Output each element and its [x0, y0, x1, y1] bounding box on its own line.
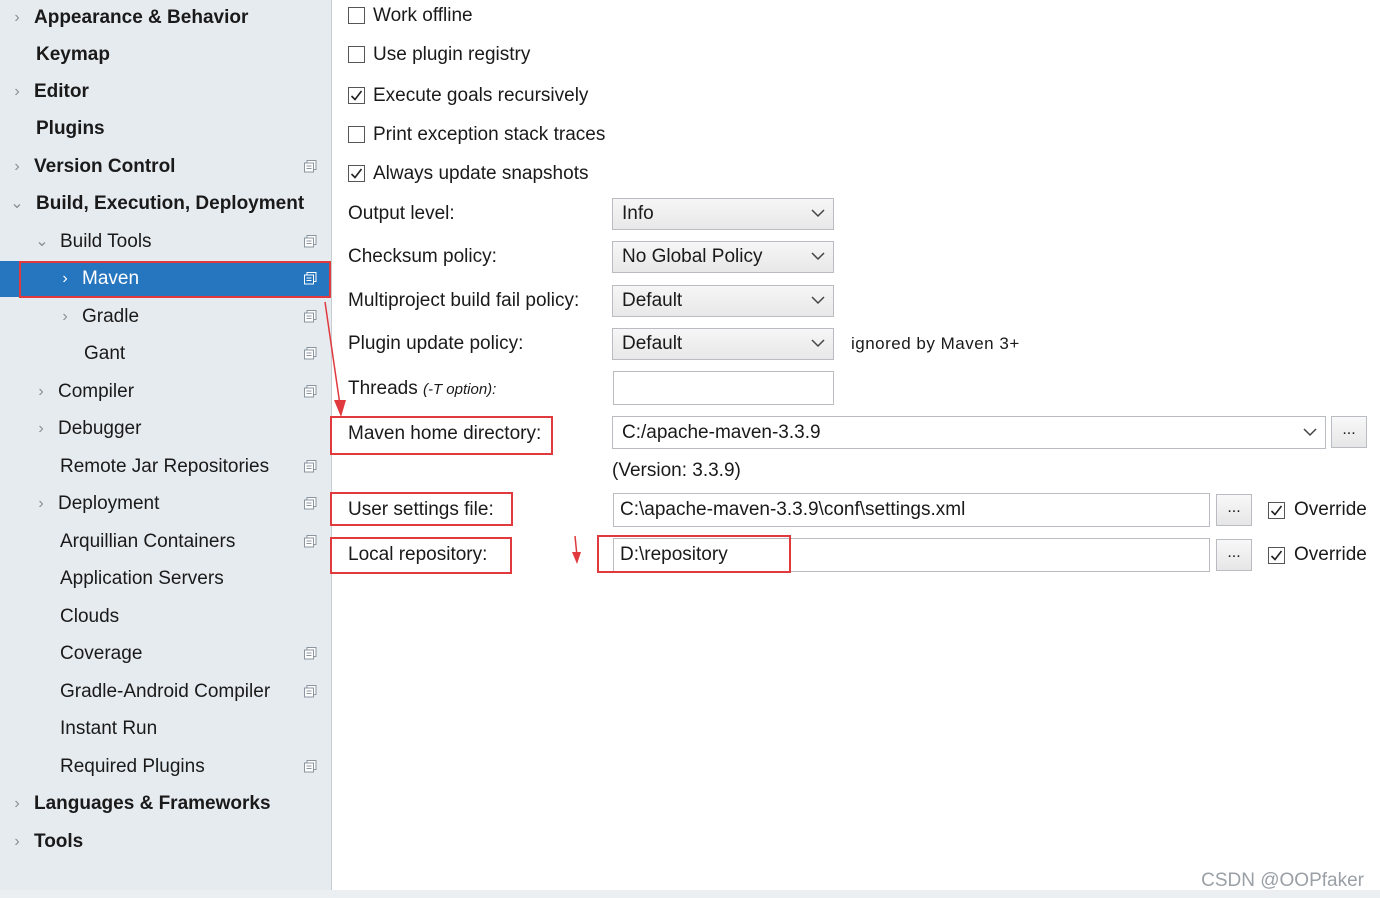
project-settings-icon [304, 760, 317, 773]
tree-item-keymap[interactable]: Keymap [0, 37, 331, 73]
threads-hint: (-T option): [422, 381, 497, 398]
local-repository-label: Local repository: [348, 544, 488, 565]
project-settings-icon [304, 647, 317, 660]
threads-input[interactable] [613, 371, 834, 405]
threads-label: Threads (-T option): [348, 378, 497, 399]
work-offline-checkbox[interactable] [348, 7, 365, 24]
local-repository-override-checkbox[interactable] [1268, 547, 1285, 564]
multiproject-fail-policy-label: Multiproject build fail policy: [348, 290, 580, 311]
tree-item-coverage[interactable]: Coverage [0, 636, 331, 672]
chevron-down-icon[interactable]: ⌄ [35, 224, 49, 260]
ignored-by-maven-note: ignored by Maven 3+ [851, 334, 1020, 353]
tree-item-gradle[interactable]: › Gradle [0, 299, 331, 335]
tree-item-appearance-behavior[interactable]: › Appearance & Behavior [0, 0, 331, 36]
chevron-down-icon [811, 252, 825, 261]
settings-sidebar: › Appearance & Behavior Keymap › Editor … [0, 0, 332, 890]
chevron-right-icon[interactable]: › [10, 786, 24, 822]
user-settings-input[interactable]: C:\apache-maven-3.3.9\conf\settings.xml [613, 493, 1210, 527]
chevron-down-icon [811, 209, 825, 218]
chevron-right-icon[interactable]: › [34, 374, 48, 410]
chevron-down-icon [811, 339, 825, 348]
maven-home-combobox[interactable]: C:/apache-maven-3.3.9 [612, 416, 1326, 449]
tree-item-version-control[interactable]: › Version Control [0, 149, 331, 185]
chevron-down-icon [1303, 428, 1317, 437]
chevron-right-icon[interactable]: › [58, 299, 72, 335]
maven-home-label: Maven home directory: [348, 423, 542, 444]
project-settings-icon [304, 235, 317, 248]
user-settings-override-checkbox[interactable] [1268, 502, 1285, 519]
tree-item-build-tools[interactable]: ⌄ Build Tools [0, 224, 331, 260]
output-level-label: Output level: [348, 203, 455, 224]
tree-item-clouds[interactable]: Clouds [0, 599, 331, 635]
tree-item-languages-frameworks[interactable]: › Languages & Frameworks [0, 786, 331, 822]
chevron-right-icon[interactable]: › [10, 149, 24, 185]
tree-item-arquillian-containers[interactable]: Arquillian Containers [0, 524, 331, 560]
user-settings-label: User settings file: [348, 499, 494, 520]
output-level-select[interactable]: Info [612, 198, 834, 230]
annotation-arrow-icon [324, 301, 346, 417]
local-repository-input[interactable]: D:\repository [613, 538, 1210, 572]
use-plugin-registry-checkbox[interactable] [348, 46, 365, 63]
project-settings-icon [304, 272, 317, 285]
bottom-bar [0, 890, 1380, 898]
tree-item-deployment[interactable]: › Deployment [0, 486, 331, 522]
tree-item-required-plugins[interactable]: Required Plugins [0, 749, 331, 785]
tree-item-editor[interactable]: › Editor [0, 74, 331, 110]
project-settings-icon [304, 385, 317, 398]
plugin-update-policy-label: Plugin update policy: [348, 333, 524, 354]
tree-item-debugger[interactable]: › Debugger [0, 411, 331, 447]
chevron-right-icon[interactable]: › [10, 0, 24, 36]
checkmark-icon [350, 168, 363, 179]
chevron-right-icon[interactable]: › [34, 411, 48, 447]
chevron-down-icon[interactable]: ⌄ [10, 186, 24, 222]
project-settings-icon [304, 310, 317, 323]
chevron-right-icon[interactable]: › [34, 486, 48, 522]
user-settings-browse-button[interactable]: ... [1216, 494, 1252, 526]
tree-item-build-execution-deployment[interactable]: ⌄ Build, Execution, Deployment [0, 186, 331, 222]
tree-item-plugins[interactable]: Plugins [0, 111, 331, 147]
tree-item-gant[interactable]: Gant [0, 336, 331, 372]
chevron-right-icon[interactable]: › [58, 261, 72, 297]
project-settings-icon [304, 460, 317, 473]
project-settings-icon [304, 685, 317, 698]
plugin-update-policy-select[interactable]: Default [612, 328, 834, 360]
checkmark-icon [1270, 505, 1283, 516]
checkmark-icon [1270, 550, 1283, 561]
tree-item-instant-run[interactable]: Instant Run [0, 711, 331, 747]
execute-goals-recursively-checkbox[interactable] [348, 87, 365, 104]
project-settings-icon [304, 160, 317, 173]
maven-home-browse-button[interactable]: ... [1331, 416, 1367, 448]
chevron-right-icon[interactable]: › [10, 824, 24, 860]
tree-item-application-servers[interactable]: Application Servers [0, 561, 331, 597]
checksum-policy-select[interactable]: No Global Policy [612, 241, 834, 273]
project-settings-icon [304, 535, 317, 548]
maven-version-text: (Version: 3.3.9) [612, 460, 741, 481]
local-repository-browse-button[interactable]: ... [1216, 539, 1252, 571]
tree-item-tools[interactable]: › Tools [0, 824, 331, 860]
chevron-down-icon [811, 296, 825, 305]
tree-item-remote-jar-repositories[interactable]: Remote Jar Repositories [0, 449, 331, 485]
tree-item-compiler[interactable]: › Compiler [0, 374, 331, 410]
annotation-arrow-icon [572, 535, 581, 564]
checksum-policy-label: Checksum policy: [348, 246, 497, 267]
always-update-snapshots-checkbox[interactable] [348, 165, 365, 182]
tree-item-gradle-android-compiler[interactable]: Gradle-Android Compiler [0, 674, 331, 710]
multiproject-fail-policy-select[interactable]: Default [612, 285, 834, 317]
print-exception-checkbox[interactable] [348, 126, 365, 143]
project-settings-icon [304, 497, 317, 510]
checkmark-icon [350, 90, 363, 101]
project-settings-icon [304, 347, 317, 360]
watermark: CSDN @OOPfaker [1201, 870, 1364, 891]
chevron-right-icon[interactable]: › [10, 74, 24, 110]
tree-item-maven[interactable]: › Maven [0, 261, 331, 297]
